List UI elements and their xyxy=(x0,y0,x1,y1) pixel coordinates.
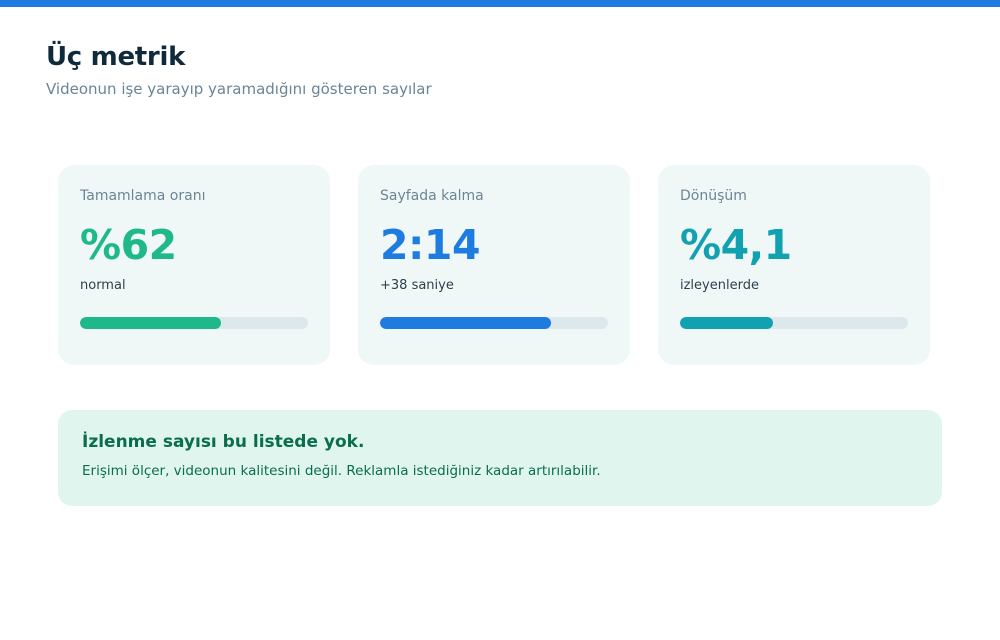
progress-track xyxy=(380,317,608,329)
metric-card-time-on-page: Sayfada kalma 2:14 +38 saniye xyxy=(358,165,630,365)
metric-card-completion: Tamamlama oranı %62 normal xyxy=(58,165,330,365)
metric-card-conversion: Dönüşüm %4,1 izleyenlerde xyxy=(658,165,930,365)
progress-fill xyxy=(380,317,551,329)
metric-note: izleyenlerde xyxy=(680,278,759,293)
metric-value: 2:14 xyxy=(380,221,480,269)
top-accent-bar xyxy=(0,0,1000,7)
info-callout: İzlenme sayısı bu listede yok. Erişimi ö… xyxy=(58,410,942,506)
metric-note: +38 saniye xyxy=(380,278,454,293)
metric-label: Sayfada kalma xyxy=(380,188,484,204)
progress-fill xyxy=(80,317,222,329)
progress-track xyxy=(680,317,908,329)
progress-fill xyxy=(680,317,774,329)
progress-track xyxy=(80,317,308,329)
page-title: Üç metrik xyxy=(46,42,186,72)
metric-value: %4,1 xyxy=(680,221,792,269)
callout-body: Erişimi ölçer, videonun kalitesini değil… xyxy=(82,463,601,479)
page-subtitle: Videonun işe yarayıp yaramadığını göster… xyxy=(46,80,432,98)
callout-title: İzlenme sayısı bu listede yok. xyxy=(82,432,365,452)
metric-value: %62 xyxy=(80,221,177,269)
metric-label: Dönüşüm xyxy=(680,188,747,204)
metric-label: Tamamlama oranı xyxy=(80,188,206,204)
metric-note: normal xyxy=(80,278,126,293)
